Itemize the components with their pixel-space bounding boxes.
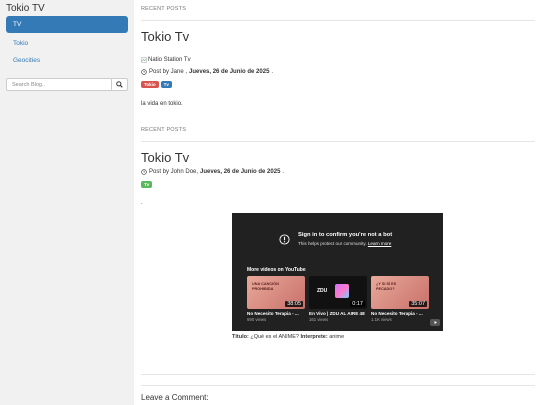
search-box: [6, 78, 128, 91]
divider: [141, 374, 535, 375]
section-label: RECENT POSTS: [141, 127, 187, 133]
comment-heading: Leave a Comment:: [141, 393, 209, 402]
divider: [141, 141, 535, 142]
video-thumbnail[interactable]: ¿Y SI SÍ ES PECADO? 35:07: [371, 276, 429, 309]
video-duration: 35:07: [409, 301, 427, 307]
label-tv[interactable]: Tv: [141, 181, 153, 188]
video-views: 1.1K views: [371, 317, 392, 322]
video-thumbnail[interactable]: ZDU 0:17: [309, 276, 367, 309]
site-brand[interactable]: Tokio TV: [6, 3, 45, 14]
sidebar-item-geocities[interactable]: Geocities: [13, 57, 40, 64]
video-views: 690 views: [247, 317, 267, 322]
post-body: la vida en tokio.: [141, 101, 183, 107]
youtube-alert: Sign in to confirm you're not a bot This…: [279, 232, 392, 246]
thumbnail-text: ¿Y SI SÍ ES PECADO?: [376, 282, 397, 291]
video-duration: 38:05: [285, 301, 303, 307]
post-date: Jueves, 26 de Junio de 2025: [189, 69, 270, 75]
sidebar-item-tv[interactable]: TV: [6, 16, 128, 33]
search-button[interactable]: [111, 79, 127, 90]
youtube-alert-title: Sign in to confirm you're not a bot: [298, 232, 393, 238]
video-caption: Título: ¿Qué es el ANIME? Interprete: an…: [232, 334, 345, 340]
post-author: Post by John Doe,: [149, 169, 199, 175]
video-title[interactable]: No Necesito Terapia - ...: [247, 311, 305, 316]
label-tokio[interactable]: Tokio: [141, 81, 159, 88]
search-input[interactable]: [7, 79, 111, 90]
video-thumbnail[interactable]: UNA CANCIÓN PROHIBIDA 38:05: [247, 276, 305, 309]
more-videos-heading: More videos on YouTube: [247, 267, 306, 273]
video-title[interactable]: En Vivo | ZDU AL AIRE 48: [309, 311, 367, 316]
search-icon: [116, 81, 123, 88]
video-views: 161 views: [309, 317, 329, 322]
post-labels: Tokio Tv: [141, 81, 172, 88]
divider: [141, 20, 535, 21]
thumbnail-graphic: [335, 284, 349, 298]
sidebar-item-tokio[interactable]: Tokio: [13, 40, 28, 47]
section-label: RECENT POSTS: [141, 6, 187, 12]
post-body: .: [141, 200, 143, 206]
image-alt-text: Natio Station Tv: [148, 57, 191, 63]
post-author: Post by Jane ,: [149, 69, 188, 75]
sidebar: Tokio TV TV Tokio Geocities: [0, 0, 134, 405]
broken-image-icon: [141, 57, 147, 63]
clock-icon: [141, 69, 147, 75]
info-icon: [279, 234, 290, 245]
video-title[interactable]: No Necesito Terapia - ...: [371, 311, 429, 316]
youtube-logo-icon[interactable]: [430, 319, 440, 326]
label-tv[interactable]: Tv: [160, 81, 172, 88]
video-card[interactable]: UNA CANCIÓN PROHIBIDA 38:05 No Necesito …: [247, 276, 305, 322]
post-title[interactable]: Tokio Tv: [141, 150, 189, 165]
post-image: Natio Station Tv: [141, 57, 191, 63]
post-title[interactable]: Tokio Tv: [141, 29, 189, 44]
video-card[interactable]: ¿Y SI SÍ ES PECADO? 35:07 No Necesito Te…: [371, 276, 429, 322]
divider: [141, 385, 535, 386]
youtube-alert-sub: This helps protect our community. Learn …: [298, 241, 392, 246]
video-duration: 0:17: [350, 301, 365, 307]
post-labels: Tv: [141, 181, 153, 188]
post-meta: Post by John Doe, Jueves, 26 de Junio de…: [141, 169, 284, 175]
youtube-embed[interactable]: Sign in to confirm you're not a bot This…: [232, 213, 443, 331]
thumbnail-text: UNA CANCIÓN PROHIBIDA: [252, 282, 279, 291]
post-meta: Post by Jane , Jueves, 26 de Junio de 20…: [141, 69, 273, 75]
clock-icon: [141, 169, 147, 175]
learn-more-link[interactable]: Learn more: [368, 241, 392, 246]
post-date: Jueves, 26 de Junio de 2025: [200, 169, 281, 175]
play-icon: [434, 321, 437, 324]
video-card[interactable]: ZDU 0:17 En Vivo | ZDU AL AIRE 48 161 vi…: [309, 276, 367, 322]
